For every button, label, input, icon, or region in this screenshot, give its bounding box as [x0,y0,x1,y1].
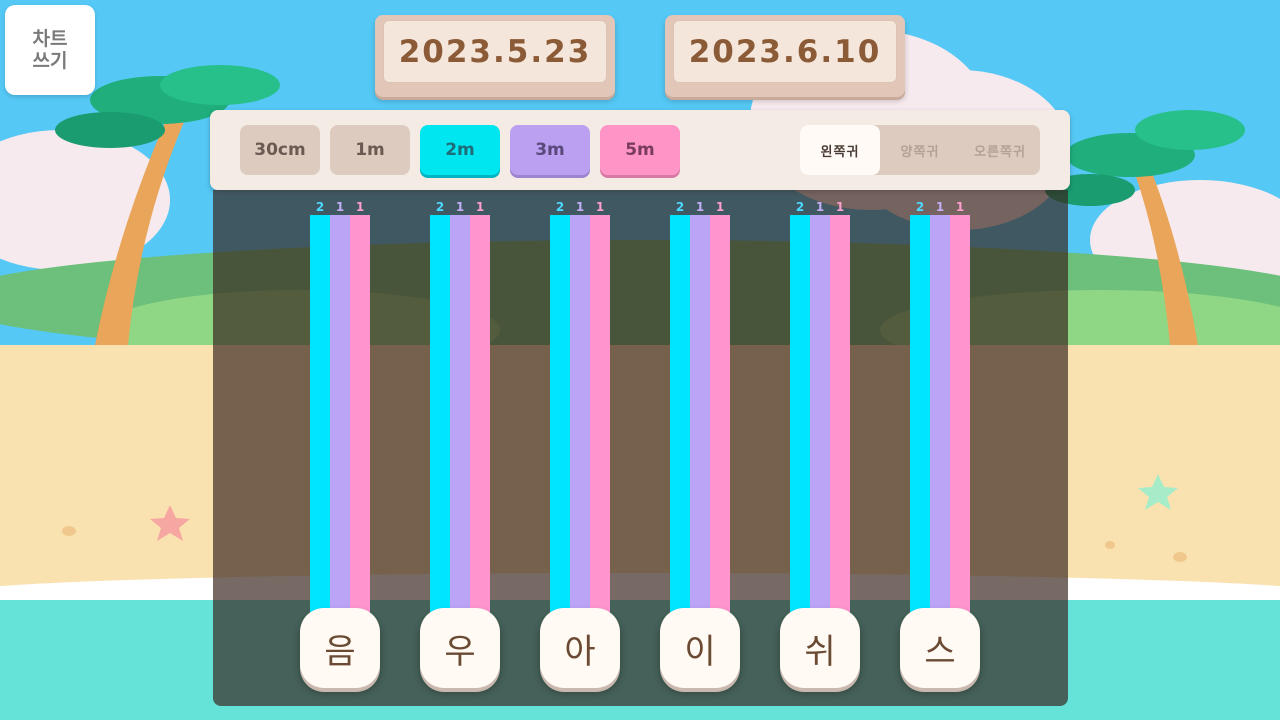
chart-bar-1-5m [350,215,370,615]
chart-bar-6-3m [930,215,950,615]
syllable-button-a[interactable]: 아 [540,608,620,688]
write-chart-label-line2: 쓰기 [32,50,68,72]
chart-bar-2-5m [470,215,490,615]
chart-value-label: 1 [596,200,604,214]
chart-bar-4-2m [670,215,690,615]
chart-bar-1-3m [330,215,350,615]
chart-bar-3-5m [590,215,610,615]
chart-value-label: 1 [336,200,344,214]
distance-30cm-button[interactable]: 30cm [240,125,320,175]
distance-1m-button[interactable]: 1m [330,125,410,175]
chart-bar-2-2m [430,215,450,615]
syllable-button-i[interactable]: 이 [660,608,740,688]
chart-value-label: 1 [936,200,944,214]
chart-value-label: 2 [436,200,444,214]
chart-value-label: 2 [676,200,684,214]
chart-bar-3-3m [570,215,590,615]
chart-bar-5-2m [790,215,810,615]
syllable-button-swi[interactable]: 쉬 [780,608,860,688]
syllable-button-seu[interactable]: 스 [900,608,980,688]
chart-value-label: 2 [916,200,924,214]
end-date-label: 2023.6.10 [673,20,897,83]
chart-value-label: 2 [556,200,564,214]
chart-value-label: 2 [796,200,804,214]
start-date-label: 2023.5.23 [383,20,607,83]
chart-bar-5-3m [810,215,830,615]
chart-value-label: 1 [956,200,964,214]
chart-value-label: 1 [576,200,584,214]
chart-value-label: 1 [476,200,484,214]
distance-3m-button[interactable]: 3m [510,125,590,175]
ear-both-option[interactable]: 양쪽귀 [880,125,960,175]
chart-bar-5-5m [830,215,850,615]
chart-value-label: 1 [816,200,824,214]
syllable-button-u[interactable]: 우 [420,608,500,688]
chart-bar-6-2m [910,215,930,615]
ear-selector: 왼쪽귀 양쪽귀 오른쪽귀 [800,125,1040,175]
distance-5m-button[interactable]: 5m [600,125,680,175]
ear-right-option[interactable]: 오른쪽귀 [960,125,1040,175]
chart-bar-4-3m [690,215,710,615]
write-chart-button[interactable]: 차트 쓰기 [5,5,95,95]
chart-value-label: 1 [456,200,464,214]
chart-bar-6-5m [950,215,970,615]
chart-value-label: 1 [696,200,704,214]
write-chart-label-line1: 차트 [32,28,68,50]
chart-bar-4-5m [710,215,730,615]
chart-bar-2-3m [450,215,470,615]
syllable-button-eum[interactable]: 음 [300,608,380,688]
chart-bar-1-2m [310,215,330,615]
start-date-button[interactable]: 2023.5.23 [375,15,615,97]
ear-left-option[interactable]: 왼쪽귀 [800,125,880,175]
chart-toolbar: 30cm 1m 2m 3m 5m 왼쪽귀 양쪽귀 오른쪽귀 [210,110,1070,190]
chart-value-label: 2 [316,200,324,214]
chart-value-label: 1 [836,200,844,214]
chart-bar-3-2m [550,215,570,615]
end-date-button[interactable]: 2023.6.10 [665,15,905,97]
distance-2m-button[interactable]: 2m [420,125,500,175]
chart-value-label: 1 [356,200,364,214]
chart-value-label: 1 [716,200,724,214]
